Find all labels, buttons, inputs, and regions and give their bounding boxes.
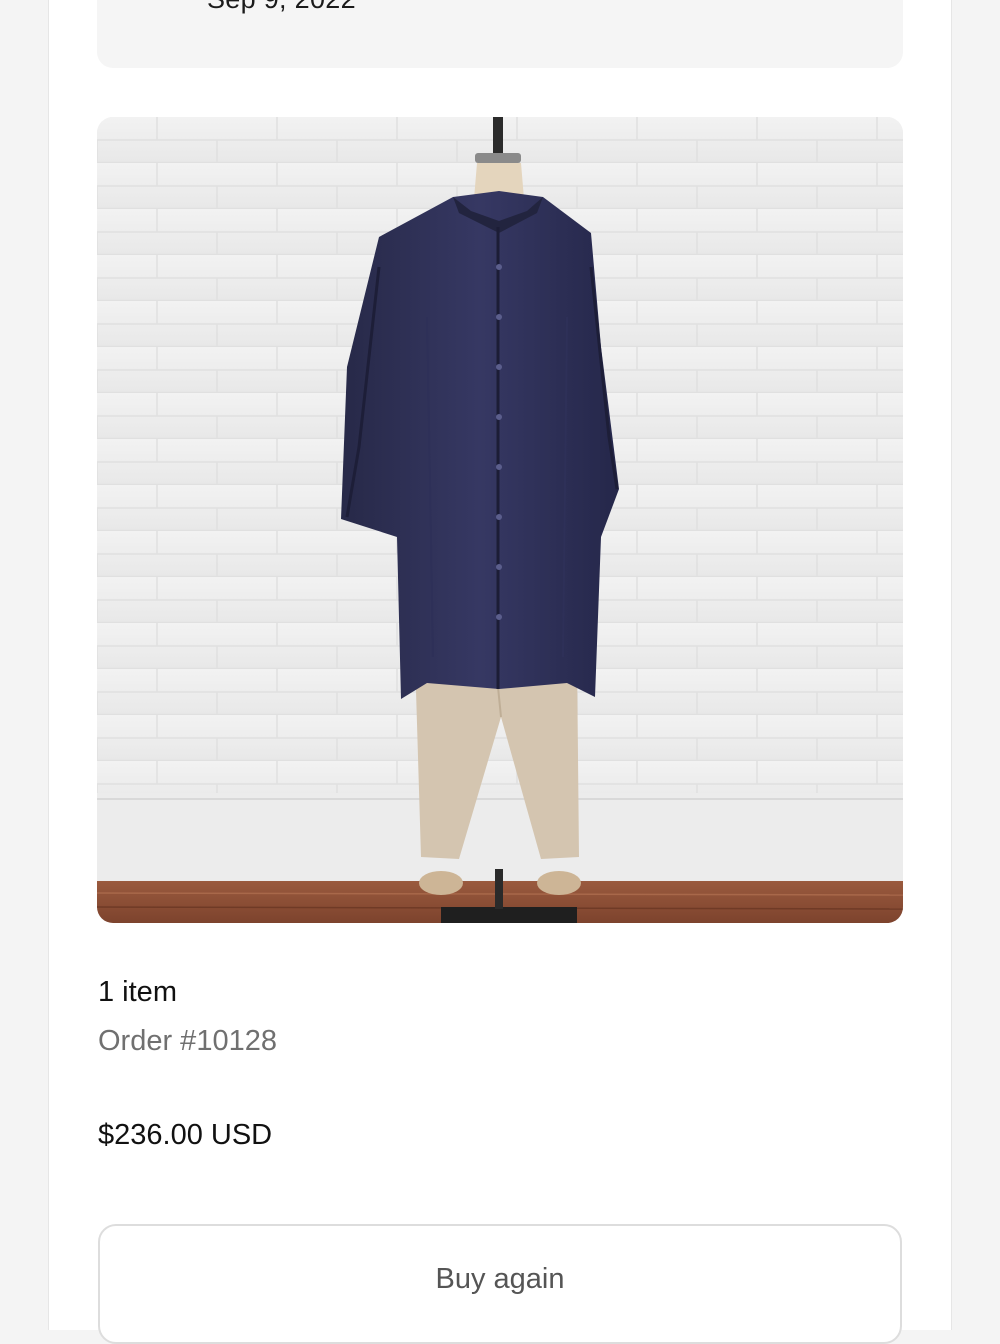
order-page: Sep 9, 2022 — [48, 0, 952, 1344]
product-photo-icon — [97, 117, 903, 923]
product-image[interactable] — [97, 117, 903, 923]
order-total: $236.00 USD — [98, 1119, 273, 1151]
buy-again-button[interactable]: Buy again — [98, 1224, 902, 1344]
status-date: Sep 9, 2022 — [207, 0, 356, 15]
item-count: 1 item — [98, 976, 177, 1008]
order-status-card: Sep 9, 2022 — [97, 0, 903, 68]
order-number: Order #10128 — [98, 1025, 277, 1057]
